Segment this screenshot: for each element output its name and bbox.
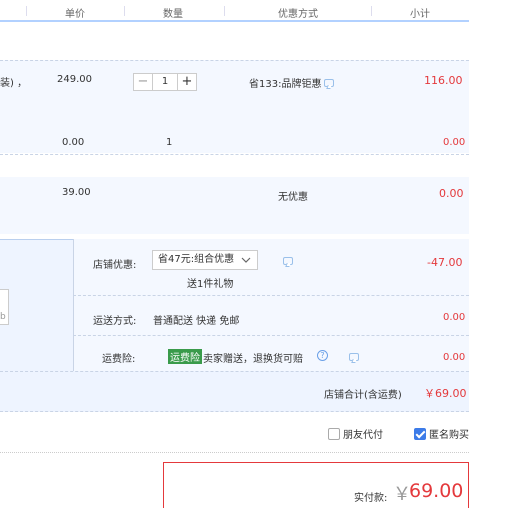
discount-select[interactable]: 省47元:组合优惠 bbox=[152, 250, 258, 270]
quantity-stepper[interactable]: − 1 + bbox=[133, 73, 197, 91]
discount-amount: -47.00 bbox=[427, 256, 463, 269]
item-promo: 无优惠 bbox=[278, 192, 308, 203]
quantity-input[interactable]: 1 bbox=[153, 73, 177, 91]
item-name[interactable]: 装) ， bbox=[0, 74, 27, 89]
gift-note[interactable]: 送1件礼物 bbox=[187, 275, 233, 290]
discount-label: 店铺优惠: bbox=[93, 260, 137, 271]
header-divider bbox=[124, 6, 125, 16]
anon-buy-option[interactable]: 匿名购买 bbox=[414, 426, 469, 441]
message-icon[interactable] bbox=[348, 353, 359, 361]
row-divider bbox=[73, 295, 469, 296]
plus-button[interactable]: + bbox=[177, 73, 197, 91]
message-icon[interactable] bbox=[283, 257, 294, 265]
header-divider bbox=[26, 6, 27, 16]
payment-amount: 69.00 bbox=[409, 480, 464, 502]
item-quantity: 1 bbox=[166, 137, 173, 148]
header-underline bbox=[0, 20, 469, 22]
item-price: 249.00 bbox=[57, 74, 92, 85]
friend-pay-option[interactable]: 朋友代付 bbox=[328, 426, 383, 441]
shop-total-label: 店铺合计(含运费) bbox=[324, 390, 402, 401]
shipping-value: 普通配送 快递 免邮 bbox=[153, 316, 240, 327]
item-subtotal: 0.00 bbox=[439, 187, 464, 200]
section-divider bbox=[0, 452, 469, 453]
message-textarea[interactable]: b bbox=[0, 289, 9, 325]
discount-select-value: 省47元:组合优惠 bbox=[158, 254, 235, 265]
friend-pay-label[interactable]: 朋友代付 bbox=[343, 426, 383, 441]
header-price: 单价 bbox=[65, 9, 85, 20]
anon-buy-label[interactable]: 匿名购买 bbox=[429, 426, 469, 441]
chevron-down-icon bbox=[241, 257, 251, 263]
insurance-amount: 0.00 bbox=[443, 352, 466, 363]
row-divider bbox=[0, 60, 469, 61]
shipping-label: 运送方式: bbox=[93, 316, 137, 327]
row-divider bbox=[0, 371, 469, 372]
payment-label: 实付款: bbox=[354, 493, 388, 504]
friend-pay-checkbox[interactable] bbox=[328, 427, 340, 440]
item-promo: 省133:品牌钜惠 bbox=[249, 79, 322, 90]
help-icon[interactable]: ? bbox=[317, 350, 328, 361]
insurance-label: 运费险: bbox=[102, 354, 136, 365]
header-subtotal: 小计 bbox=[410, 9, 430, 20]
anon-buy-checkbox[interactable] bbox=[414, 427, 426, 440]
header-promotion: 优惠方式 bbox=[278, 9, 318, 20]
header-divider bbox=[224, 6, 225, 16]
message-icon[interactable] bbox=[324, 79, 334, 87]
minus-button[interactable]: − bbox=[133, 73, 153, 91]
row-divider bbox=[0, 154, 469, 155]
item-row bbox=[0, 177, 469, 234]
header-divider bbox=[371, 6, 372, 16]
shipping-amount: 0.00 bbox=[443, 312, 466, 323]
section-divider bbox=[0, 411, 469, 412]
item-price: 39.00 bbox=[62, 187, 91, 198]
row-divider bbox=[73, 335, 469, 336]
insurance-text: 卖家赠送，退换货可赔 bbox=[203, 354, 303, 365]
insurance-tag: 运费险 bbox=[168, 349, 202, 364]
shop-total-value: ￥69.00 bbox=[424, 387, 467, 400]
header-quantity: 数量 bbox=[163, 9, 183, 20]
item-price: 0.00 bbox=[62, 137, 85, 148]
item-subtotal: 116.00 bbox=[424, 74, 463, 87]
item-subtotal: 0.00 bbox=[443, 137, 466, 148]
